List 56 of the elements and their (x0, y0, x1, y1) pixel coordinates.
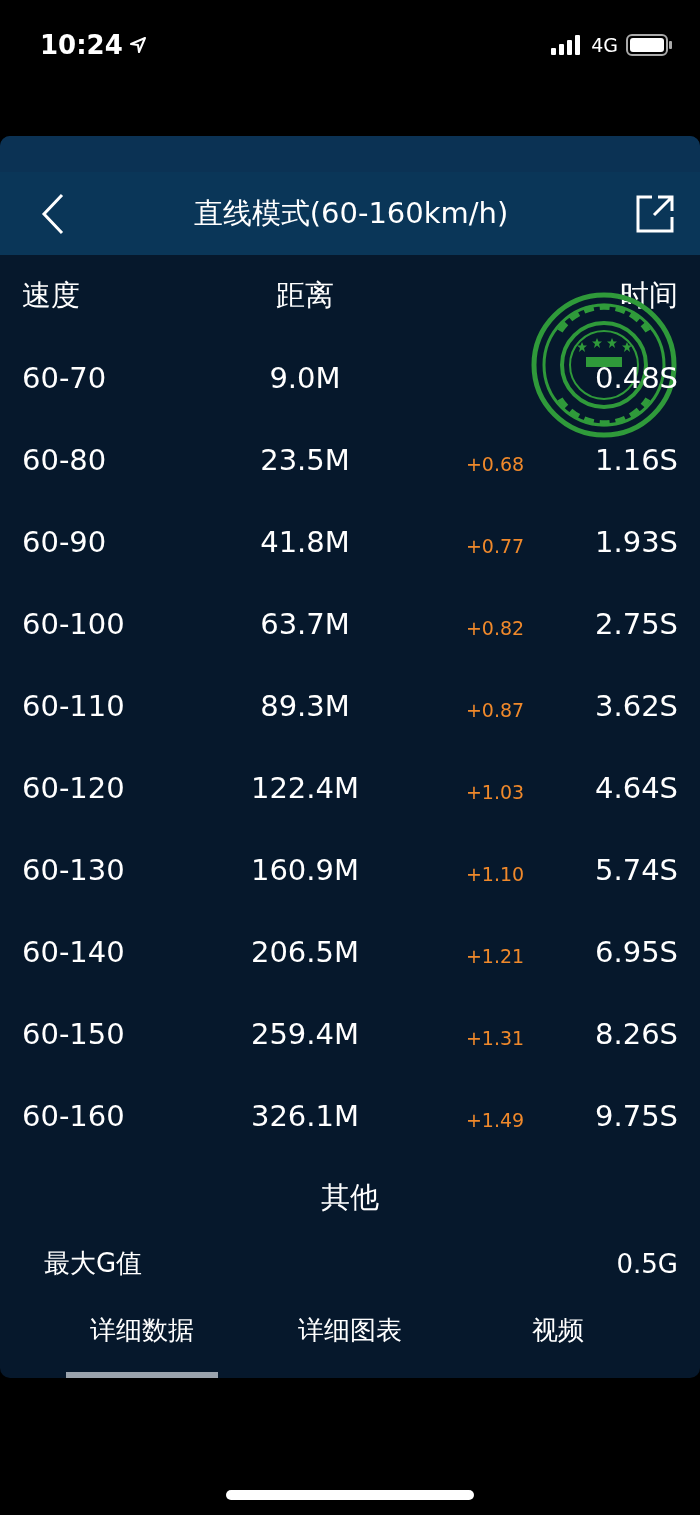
screen-title: 直线模式(60-160km/h) (193, 194, 509, 232)
time-difference: +1.03 (465, 781, 525, 803)
share-icon (636, 194, 674, 233)
table-cell-text: 60-160 (22, 1099, 126, 1133)
table-cell: 3.62S (595, 689, 678, 723)
table-cell-text: 60-120 (22, 771, 126, 805)
tab[interactable]: 详细数据 (66, 1288, 218, 1378)
table-cell: 9.75S (595, 1099, 678, 1133)
network-type: 4G (591, 34, 618, 56)
stat-label: 最大G值 (44, 1247, 143, 1280)
time-difference: +0.87 (465, 699, 525, 721)
table-cell: 206.5M (250, 935, 359, 969)
table-cell-text: 60-140 (22, 935, 126, 969)
tab[interactable]: 详细图表 (274, 1288, 426, 1378)
table-cell-text: 60-130 (22, 853, 126, 887)
column-header: 距离 (276, 278, 334, 312)
table-cell: 2.75S (595, 607, 678, 641)
back-button[interactable] (40, 192, 66, 235)
column-header: 速度 (22, 277, 81, 314)
time-difference: +0.82 (465, 617, 525, 639)
table-cell: 9.0M (269, 361, 341, 395)
location-icon (128, 36, 147, 54)
time-difference: +1.21 (465, 945, 525, 967)
back-icon (40, 192, 66, 235)
table-cell: 5.74S (595, 853, 678, 887)
table-cell-text: 60-70 (22, 361, 108, 395)
table-cell: 6.95S (595, 935, 678, 969)
table-cell: 1.16S (595, 443, 678, 477)
table-cell-text: 60-90 (22, 525, 108, 559)
table-cell: 122.4M (250, 771, 359, 805)
table-cell: 1.93S (595, 525, 678, 559)
section-title: 其他 (321, 1179, 379, 1216)
table-cell: 4.64S (595, 771, 678, 805)
table-cell: 0.48S (595, 361, 678, 395)
time-difference: +0.77 (465, 535, 525, 557)
time-difference: +0.68 (465, 453, 525, 475)
table-cell: 160.9M (250, 853, 359, 887)
table-cell: 23.5M (260, 443, 350, 477)
table-cell: 63.7M (260, 607, 350, 641)
tab[interactable]: 视频 (482, 1288, 634, 1378)
table-cell: 89.3M (260, 689, 350, 723)
table-cell-text: 60-150 (22, 1017, 126, 1051)
table-cell: 8.26S (595, 1017, 678, 1051)
table-cell-text: 60-110 (22, 689, 126, 723)
share-button[interactable] (636, 194, 674, 233)
table-cell-text: 60-100 (22, 607, 126, 641)
stat-value: 0.5G (616, 1248, 678, 1279)
time-difference: +1.49 (465, 1109, 525, 1131)
battery-icon (626, 34, 672, 56)
table-cell-text: 60-80 (22, 443, 108, 477)
time-difference: +1.31 (465, 1027, 525, 1049)
clock-time: 10:24 (40, 30, 123, 60)
table-cell: 41.8M (260, 525, 350, 559)
table-cell: 326.1M (250, 1099, 359, 1133)
time-difference: +1.10 (465, 863, 525, 885)
table-cell: 259.4M (250, 1017, 359, 1051)
